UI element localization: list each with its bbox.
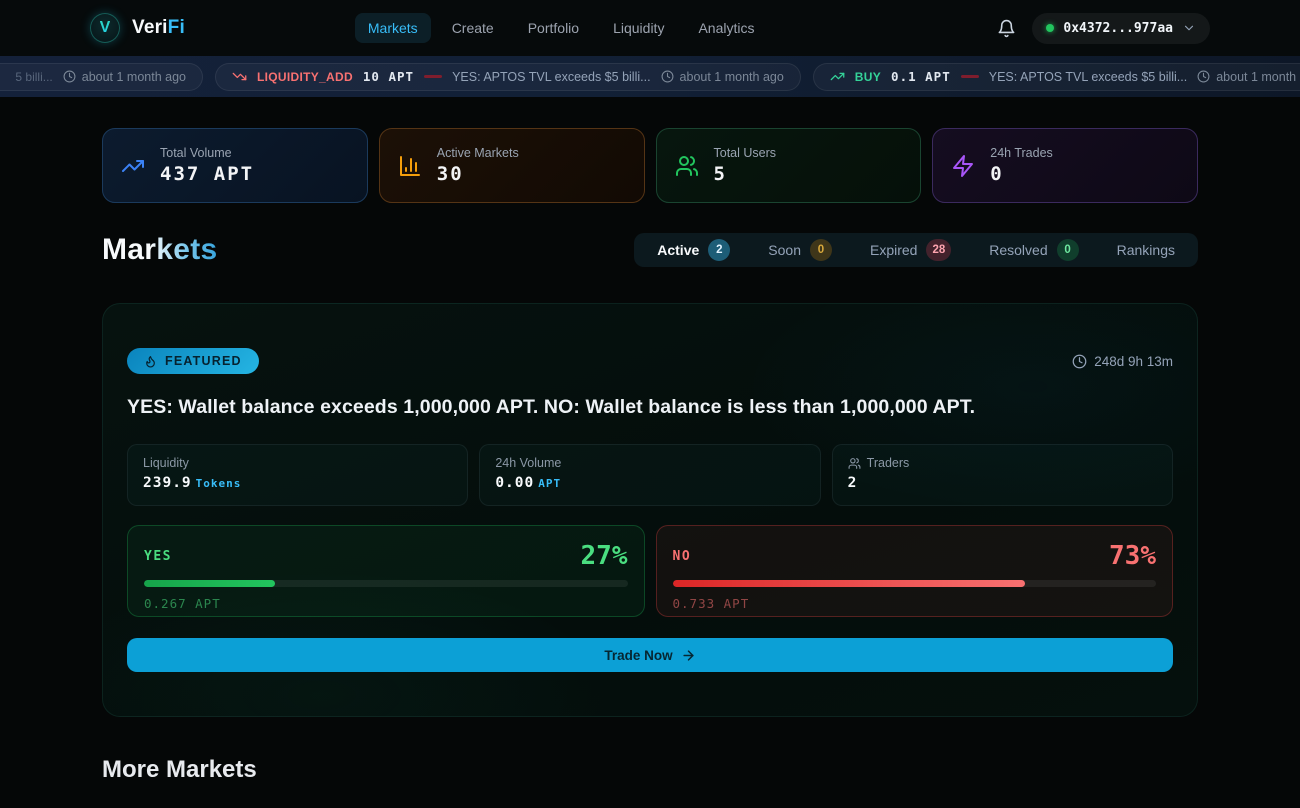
brand-name: VeriFi	[132, 17, 185, 39]
stat-card-total-volume: Total Volume 437 APT	[102, 128, 368, 203]
flame-icon	[144, 355, 157, 368]
users-icon	[675, 154, 699, 178]
featured-badge: FEATURED	[127, 348, 259, 374]
stat-label: 24h Trades	[990, 146, 1053, 160]
dash-separator	[961, 75, 979, 78]
outcome-yes[interactable]: YES 27% 0.267 APT	[127, 525, 645, 617]
stat-label: Traders	[848, 456, 1157, 470]
bar-chart-icon	[398, 154, 422, 178]
ticker-market: YES: APTOS TVL exceeds $5 billi...	[452, 70, 650, 84]
clock-icon	[63, 70, 76, 83]
users-icon	[848, 457, 861, 470]
ticker-market: YES: APTOS TVL exceeds $5 billi...	[989, 70, 1187, 84]
outcome-label: NO	[673, 549, 692, 564]
outcome-progress-fill	[673, 580, 1026, 587]
outcome-progress-track	[144, 580, 628, 587]
stat-label: Active Markets	[437, 146, 519, 160]
verifi-logo-icon: V	[90, 13, 120, 43]
arrow-right-icon	[681, 648, 696, 663]
ticker-action: LIQUIDITY_ADD	[257, 70, 353, 84]
stat-value: 437 APT	[160, 163, 254, 185]
market-stat-traders: Traders 2	[832, 444, 1173, 506]
tab-expired[interactable]: Expired 28	[851, 234, 970, 266]
stat-value: 2	[848, 475, 1157, 491]
tab-rankings[interactable]: Rankings	[1098, 237, 1194, 263]
market-stat-liquidity: Liquidity 239.9Tokens	[127, 444, 468, 506]
stat-value: 239.9Tokens	[143, 475, 452, 491]
ticker-time: about 1 month ago	[1197, 70, 1300, 84]
stat-label: Total Users	[714, 146, 777, 160]
trending-down-icon	[232, 69, 247, 84]
trade-now-button[interactable]: Trade Now	[127, 638, 1173, 672]
wallet-menu[interactable]: 0x4372...977aa	[1032, 13, 1210, 44]
outcome-label: YES	[144, 549, 172, 564]
nav-portfolio[interactable]: Portfolio	[515, 13, 592, 43]
wallet-status-dot	[1046, 24, 1054, 32]
stat-label: Total Volume	[160, 146, 254, 160]
chevron-down-icon	[1182, 21, 1196, 35]
activity-ticker: 5 billi... about 1 month ago LIQUIDITY_A…	[0, 56, 1300, 97]
stat-label: Liquidity	[143, 456, 452, 470]
outcome-progress-fill	[144, 580, 275, 587]
ticker-time: about 1 month ago	[661, 70, 784, 84]
ticker-action: BUY	[855, 70, 881, 84]
dash-separator	[424, 75, 442, 78]
stats-row: Total Volume 437 APT Active Markets 30 T…	[102, 128, 1198, 203]
stat-card-active-markets: Active Markets 30	[379, 128, 645, 203]
clock-icon	[1072, 354, 1087, 369]
outcome-progress-track	[673, 580, 1157, 587]
clock-icon	[661, 70, 674, 83]
ticker-market-fragment: 5 billi...	[15, 70, 52, 84]
tab-count-badge: 28	[926, 239, 951, 261]
ticker-amount: 0.1 APT	[891, 69, 951, 84]
top-nav: V VeriFi Markets Create Portfolio Liquid…	[0, 0, 1300, 56]
stat-value: 0.00APT	[495, 475, 804, 491]
outcome-price: 0.733 APT	[673, 596, 1157, 611]
stat-value: 0	[990, 163, 1053, 185]
main-nav: Markets Create Portfolio Liquidity Analy…	[355, 13, 768, 43]
ticker-item-liquidity-add[interactable]: LIQUIDITY_ADD 10 APT YES: APTOS TVL exce…	[215, 63, 801, 91]
wallet-address: 0x4372...977aa	[1063, 21, 1173, 36]
nav-markets[interactable]: Markets	[355, 13, 431, 43]
market-tabs: Active 2 Soon 0 Expired 28 Resolved 0 Ra…	[634, 233, 1198, 267]
zap-icon	[951, 154, 975, 178]
page-title: Markets	[102, 233, 218, 267]
nav-create[interactable]: Create	[439, 13, 507, 43]
tab-count-badge: 2	[708, 239, 730, 261]
market-question: YES: Wallet balance exceeds 1,000,000 AP…	[127, 396, 1173, 419]
stat-card-total-users: Total Users 5	[656, 128, 922, 203]
outcome-percent: 27%	[581, 541, 628, 571]
outcome-price: 0.267 APT	[144, 596, 628, 611]
nav-analytics[interactable]: Analytics	[685, 13, 767, 43]
trending-up-icon	[830, 69, 845, 84]
tab-active[interactable]: Active 2	[638, 234, 749, 266]
tab-count-badge: 0	[1057, 239, 1079, 261]
tab-count-badge: 0	[810, 239, 832, 261]
trending-up-icon	[121, 154, 145, 178]
ticker-time: about 1 month ago	[63, 70, 186, 84]
market-countdown: 248d 9h 13m	[1072, 354, 1173, 369]
clock-icon	[1197, 70, 1210, 83]
stat-value: 5	[714, 163, 777, 185]
tab-soon[interactable]: Soon 0	[749, 234, 851, 266]
featured-market-card: FEATURED 248d 9h 13m YES: Wallet balance…	[102, 303, 1198, 717]
ticker-amount: 10 APT	[363, 69, 414, 84]
market-stat-volume: 24h Volume 0.00APT	[479, 444, 820, 506]
stat-label: 24h Volume	[495, 456, 804, 470]
more-markets-title: More Markets	[102, 756, 1198, 784]
stat-card-24h-trades: 24h Trades 0	[932, 128, 1198, 203]
notifications-bell-icon[interactable]	[997, 19, 1016, 38]
stat-value: 30	[437, 163, 519, 185]
ticker-item-buy[interactable]: BUY 0.1 APT YES: APTOS TVL exceeds $5 bi…	[813, 63, 1300, 91]
tab-resolved[interactable]: Resolved 0	[970, 234, 1097, 266]
outcome-percent: 73%	[1109, 541, 1156, 571]
outcome-no[interactable]: NO 73% 0.733 APT	[656, 525, 1174, 617]
ticker-item-partial[interactable]: 5 billi... about 1 month ago	[0, 63, 203, 91]
nav-liquidity[interactable]: Liquidity	[600, 13, 677, 43]
brand[interactable]: V VeriFi	[90, 13, 185, 43]
